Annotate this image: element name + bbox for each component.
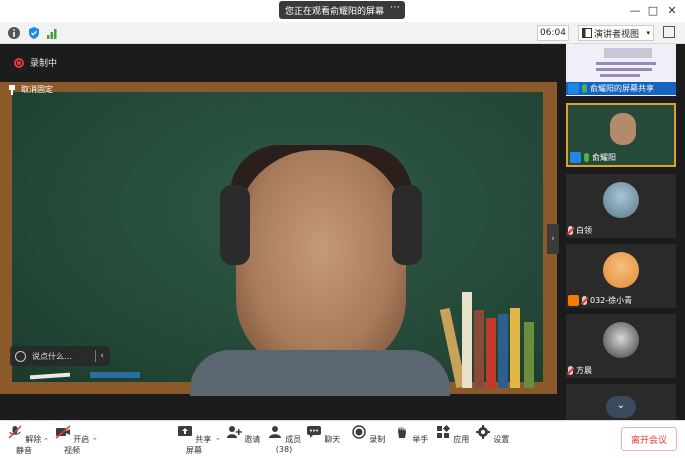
apps-icon [436,424,450,438]
share-status-pill[interactable]: 您正在观看俞耀阳的屏幕 ⋯ [279,1,405,19]
participant-name: 俞耀阳的屏幕共享 [590,84,654,93]
meeting-window: 您正在观看俞耀阳的屏幕 ⋯ — □ ✕ 06:04 演讲者视图 ▾ 录制中 取消… [0,0,685,458]
minimize-button[interactable]: — [627,3,643,19]
maximize-button[interactable]: □ [645,3,661,19]
view-layout-icon [582,28,592,38]
tile-label: 方晨 [566,364,592,377]
share-screen-icon [177,426,192,436]
bottom-control-bar: 解除静音 ⌃ 开启视频 ⌃ 共享屏幕 ⌃ 邀请 成员(38) 聊天 录制 举手 … [0,420,685,458]
participant-name: 白领 [576,226,592,235]
user-icon [568,295,579,306]
view-mode-label: 演讲者视图 [594,29,640,40]
record-icon [14,57,24,68]
raise-hand-label: 举手 [412,435,429,444]
recording-indicator[interactable]: 录制中 [14,56,57,69]
top-toolbar: 06:04 演讲者视图 ▾ [0,22,685,44]
unmute-button[interactable]: 解除静音 [5,425,43,456]
participant-tile[interactable]: ⌄ [566,384,676,420]
collapse-sidebar-button[interactable]: › [547,224,559,254]
more-icon[interactable]: ⋯ [390,2,400,13]
screen-share-tile[interactable]: 俞耀阳的屏幕共享 [566,44,676,96]
participant-tile[interactable]: 方晨 [566,314,676,378]
leave-meeting-button[interactable]: 离开会议 [621,427,677,451]
unpin-control[interactable]: 取消固定 [8,84,53,95]
participant-thumbnail [610,113,636,145]
unpin-label: 取消固定 [21,85,53,94]
add-user-icon [226,426,242,438]
avatar [603,322,639,358]
share-status-text: 您正在观看俞耀阳的屏幕 [285,6,385,17]
main-video-stage: 录制中 取消固定 说点什么... ‹ › [0,44,559,420]
chat-label: 聊天 [324,435,341,444]
chalk-decoration [29,372,140,380]
chat-placeholder: 说点什么... [32,351,72,361]
share-screen-button[interactable]: 共享屏幕 [175,425,213,456]
tile-label: 俞耀阳 [568,151,616,164]
chat-icon [306,426,321,438]
chat-button[interactable]: 聊天 [304,425,342,445]
participant-name: 俞耀阳 [592,153,616,162]
screen-share-thumbnail [596,48,656,77]
chevron-down-icon: ▾ [646,29,650,37]
record-button[interactable]: 录制 [349,425,387,445]
recording-label: 录制中 [30,59,58,69]
speaker-shirt [190,350,450,396]
mic-muted-icon [568,366,573,375]
mic-muted-icon [568,226,573,235]
camera-off-icon [55,425,71,439]
apps-label: 应用 [453,435,470,444]
mic-muted-icon [582,296,587,305]
participant-tile[interactable]: 032-徐小青 [566,244,676,308]
signal-strength-icon[interactable] [46,26,60,40]
tile-label: 俞耀阳的屏幕共享 [566,82,676,95]
divider [95,350,97,362]
invite-label: 邀请 [244,435,261,444]
close-button[interactable]: ✕ [664,3,680,19]
bookshelf-decoration [439,290,543,389]
participant-sidebar: 俞耀阳的屏幕共享 俞耀阳 白领 032-徐小青 方晨 ⌄ [559,44,685,420]
emoji-icon[interactable] [15,350,26,362]
raise-hand-icon [397,426,406,438]
chevron-left-icon[interactable]: ‹ [100,351,104,361]
tile-label: 白领 [566,224,592,237]
meeting-timer: 06:04 [537,25,569,41]
settings-button[interactable]: 设置 [473,425,511,445]
avatar [603,252,639,288]
chat-input-box[interactable]: 说点什么... ‹ [10,346,110,366]
participant-tile-active[interactable]: 俞耀阳 [566,103,676,167]
speaker-face [236,150,406,370]
pin-icon [8,84,16,95]
avatar [603,182,639,218]
security-shield-icon[interactable] [27,26,41,40]
participants-icon [268,426,281,438]
info-icon[interactable] [7,26,21,40]
start-video-button[interactable]: 开启视频 [53,425,91,456]
participants-button[interactable]: 成员(38) [265,425,303,454]
mic-on-icon [582,84,587,93]
participant-name: 方晨 [576,366,592,375]
gear-icon [475,425,490,439]
user-icon [568,83,579,94]
invite-button[interactable]: 邀请 [224,425,262,445]
view-mode-select[interactable]: 演讲者视图 ▾ [578,25,654,41]
tile-label: 032-徐小青 [566,294,632,307]
user-icon [570,152,581,163]
record-label: 录制 [369,435,386,444]
title-bar: 您正在观看俞耀阳的屏幕 ⋯ — □ ✕ [0,0,685,22]
headphone-right [392,185,422,265]
chevron-up-icon[interactable]: ⌃ [92,437,98,445]
raise-hand-button[interactable]: 举手 [392,425,430,445]
record-icon [351,425,366,439]
chevron-up-icon[interactable]: ⌃ [43,437,49,445]
participant-name: 032-徐小青 [590,296,633,305]
mic-muted-icon [8,425,22,439]
scroll-down-button[interactable]: ⌄ [606,396,636,418]
mic-on-icon [584,153,589,162]
apps-button[interactable]: 应用 [433,424,471,445]
fullscreen-icon[interactable] [663,26,675,38]
headphone-left [220,185,250,265]
settings-label: 设置 [493,435,510,444]
participant-tile[interactable]: 白领 [566,174,676,238]
chevron-up-icon[interactable]: ⌃ [215,437,221,445]
